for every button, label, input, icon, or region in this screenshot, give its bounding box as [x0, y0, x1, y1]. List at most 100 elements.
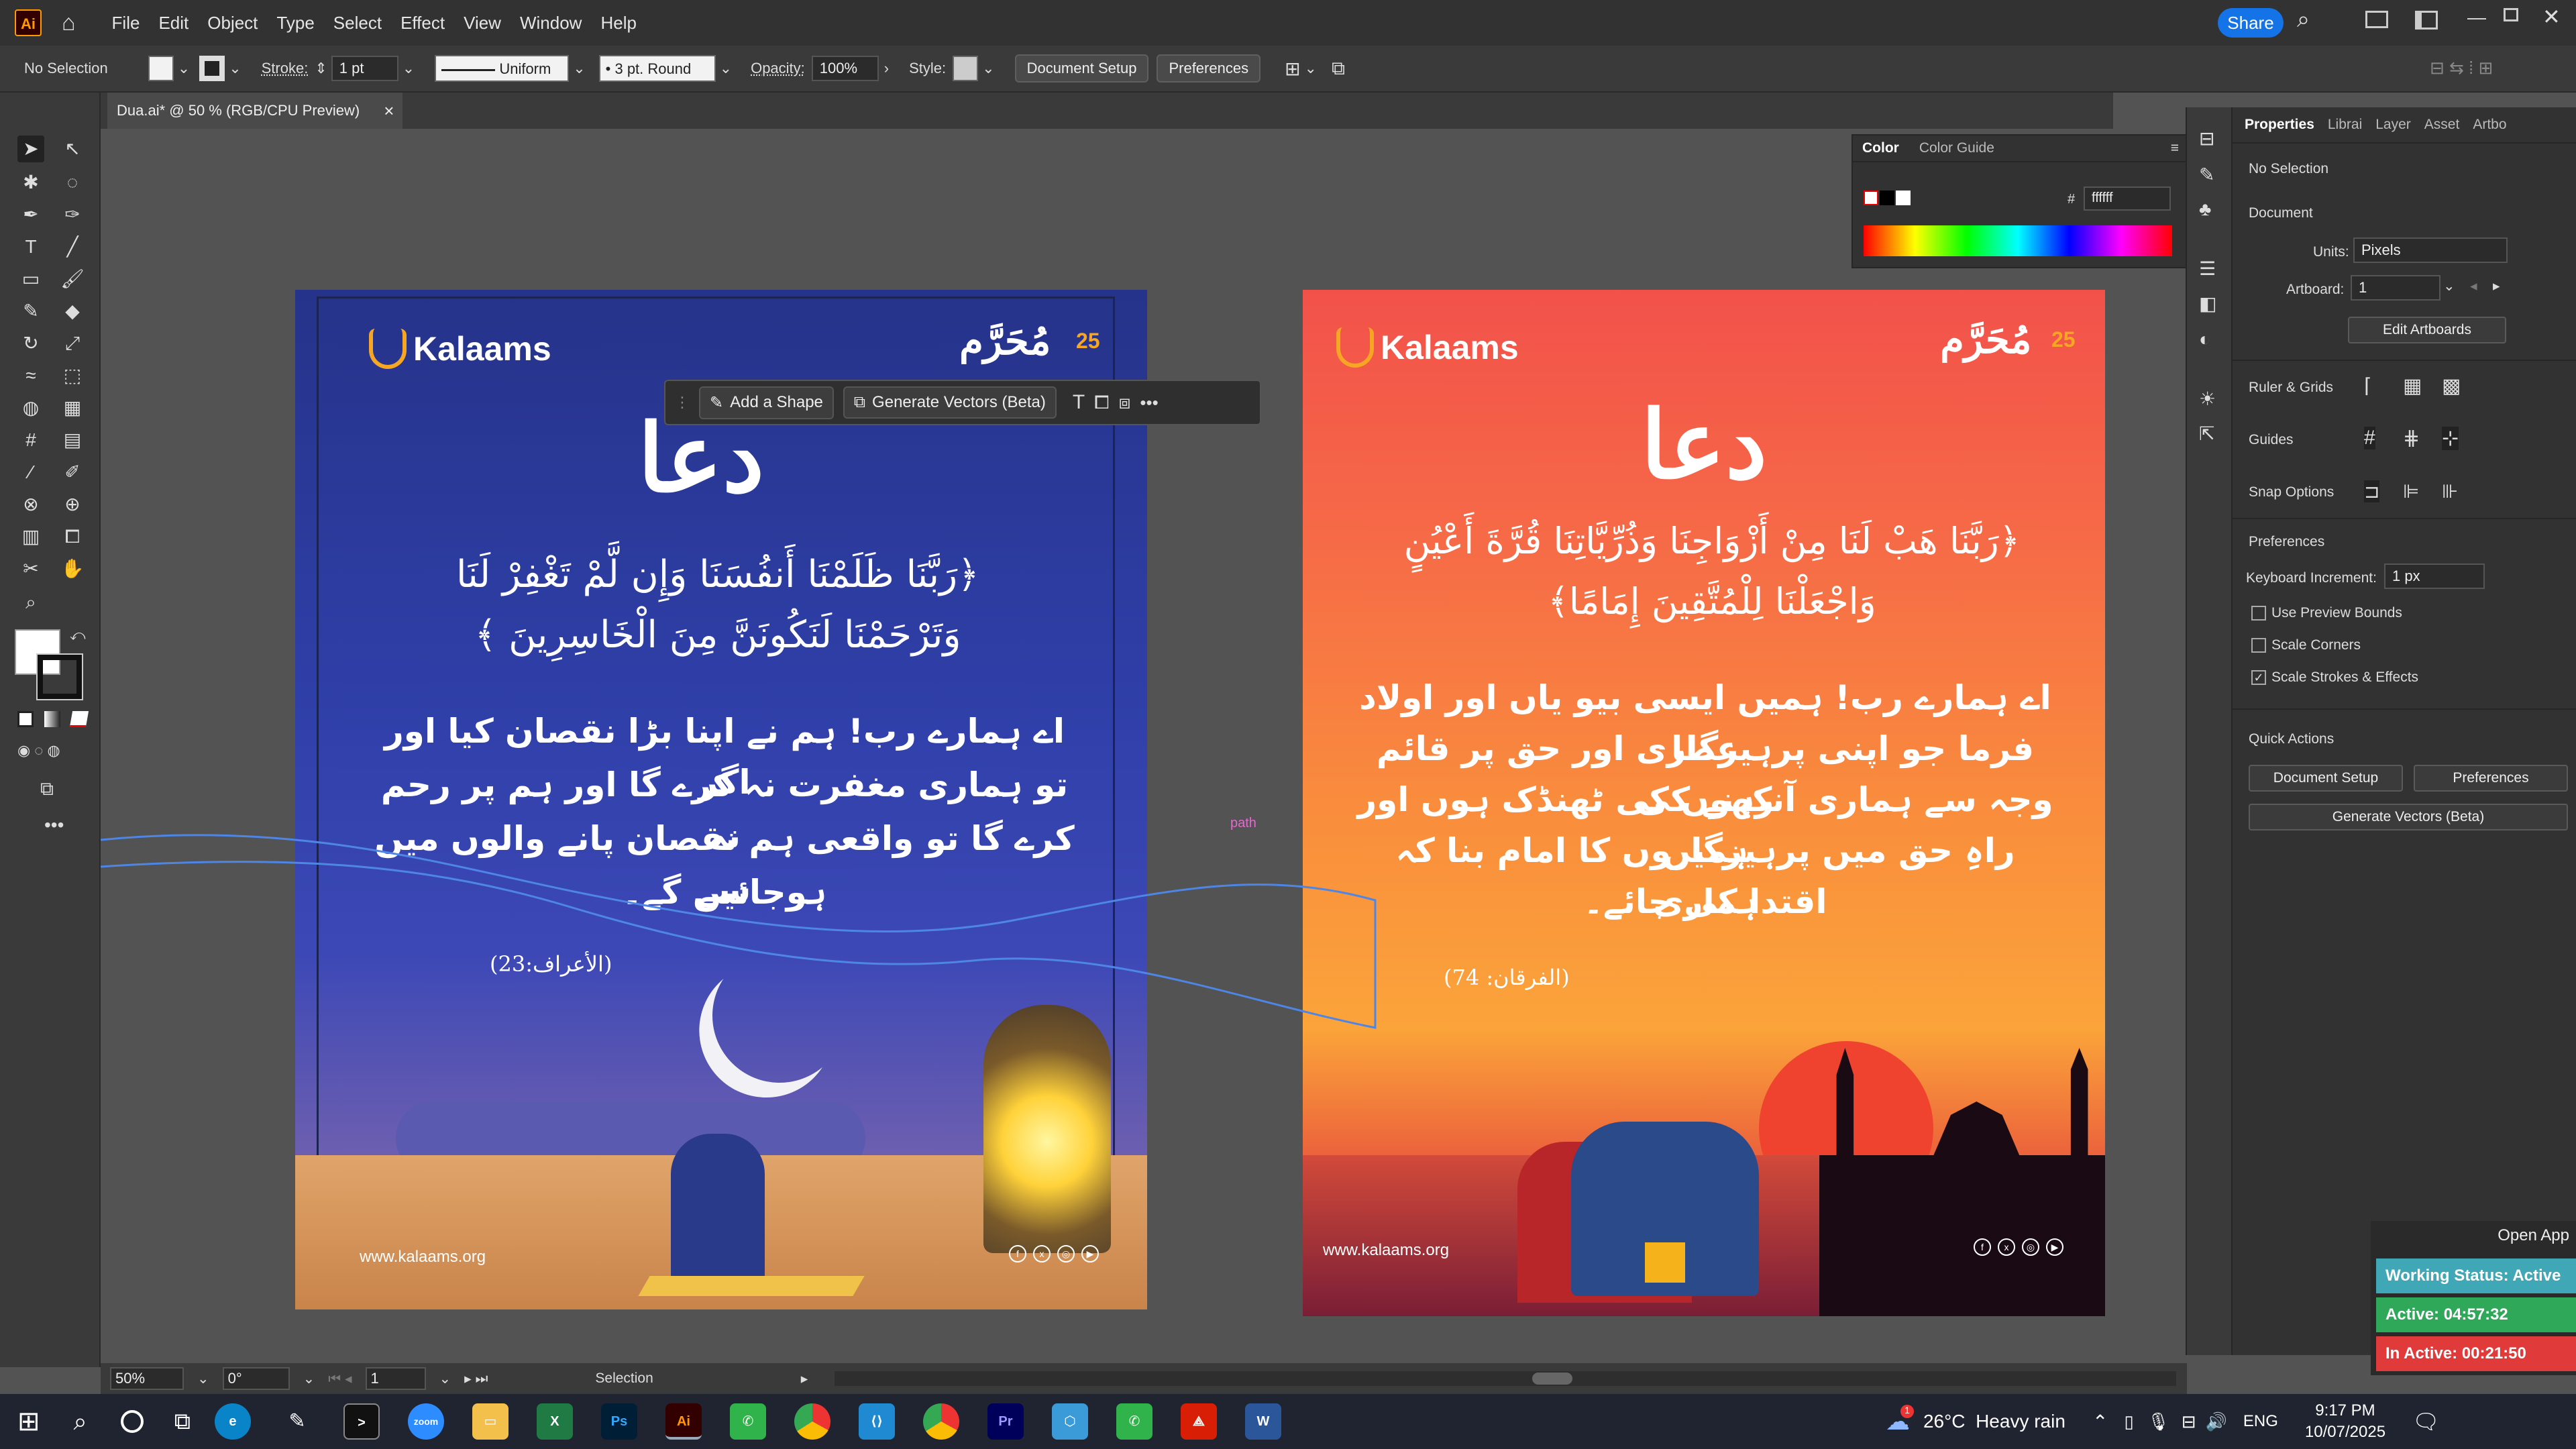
search-icon[interactable]: ⌕	[2297, 7, 2310, 33]
paintbrush-icon[interactable]: 🖌	[59, 266, 86, 292]
lock-guides-icon[interactable]: ⋕	[2403, 427, 2420, 450]
measure-icon[interactable]: ✐	[59, 459, 86, 486]
libraries-icon[interactable]: ⊟	[2199, 127, 2214, 150]
close-tab-icon[interactable]: ×	[384, 101, 394, 121]
artboard-nav-input[interactable]: 1	[365, 1367, 426, 1390]
align-icon[interactable]: ⊞	[1285, 58, 1300, 80]
network-icon[interactable]: ⊟	[2182, 1411, 2196, 1432]
lasso-icon[interactable]: ◌	[59, 169, 86, 196]
zoom-app-icon[interactable]: zoom	[407, 1403, 444, 1440]
drag-handle-icon[interactable]: ⋮	[675, 394, 690, 411]
grid-icon[interactable]: ▦	[2403, 374, 2422, 398]
symbols-icon[interactable]: ♣	[2199, 199, 2211, 220]
hex-input[interactable]: ffffff	[2084, 186, 2171, 211]
stroke-swatch[interactable]	[199, 56, 225, 81]
snap-to-glyph-icon[interactable]: ⊫	[2403, 480, 2419, 502]
status-menu-icon[interactable]: ▸	[801, 1371, 808, 1387]
pen-icon[interactable]: ✎	[279, 1403, 315, 1440]
home-icon[interactable]: ⌂	[62, 10, 76, 36]
canvas[interactable]: Kalaams مُحَرَّم 25 دعا ﴿رَبَّنَا ظَلَمْ…	[101, 129, 2133, 1363]
menu-effect[interactable]: Effect	[391, 13, 454, 34]
chevron-down-icon[interactable]: ⌄	[402, 60, 415, 77]
menu-file[interactable]: File	[103, 13, 150, 34]
share-button[interactable]: Share	[2218, 8, 2284, 38]
magic-wand-icon[interactable]: ✱	[17, 169, 44, 196]
menu-view[interactable]: View	[454, 13, 511, 34]
menu-object[interactable]: Object	[198, 13, 267, 34]
symbol-sprayer-icon[interactable]: ⊕	[59, 491, 86, 518]
chrome-icon[interactable]	[794, 1403, 830, 1440]
maximize-icon[interactable]	[2504, 8, 2518, 21]
smart-guides-icon[interactable]: ⊹	[2442, 427, 2459, 450]
chevron-down-icon[interactable]: ⌄	[720, 60, 732, 77]
hand-tool-icon[interactable]: ✋	[59, 555, 86, 582]
curvature-tool-icon[interactable]: ✑	[59, 201, 86, 228]
transparency-icon[interactable]: ☀	[2199, 388, 2216, 410]
guides-icon[interactable]: #	[2364, 427, 2375, 449]
color-mode-icon[interactable]	[17, 711, 34, 727]
rotate-tool-icon[interactable]: ↻	[17, 330, 44, 357]
show-hidden-icons[interactable]: ⌃	[2092, 1411, 2108, 1433]
chevron-down-icon[interactable]: ⌄	[1305, 60, 1317, 77]
chevron-right-icon[interactable]: ›	[884, 60, 889, 77]
perspective-grid-icon[interactable]: ▦	[59, 394, 86, 421]
quick-document-setup-button[interactable]: Document Setup	[2249, 765, 2403, 792]
scroll-thumb[interactable]	[1532, 1373, 1573, 1385]
workspace-icon[interactable]	[2415, 11, 2438, 30]
app-hex-icon[interactable]: ⬡	[1051, 1403, 1088, 1440]
appearance-icon[interactable]: ◐	[2199, 329, 2210, 350]
white-swatch[interactable]	[1896, 191, 1911, 205]
stroke-color-swatch[interactable]	[36, 653, 83, 700]
zoom-level-input[interactable]: 50%	[110, 1367, 184, 1390]
word-icon[interactable]: W	[1244, 1403, 1281, 1440]
cortana-icon[interactable]	[120, 1410, 144, 1433]
more-options-icon[interactable]: •••	[1140, 392, 1158, 413]
edit-artboards-button[interactable]: Edit Artboards	[2348, 317, 2506, 343]
none-mode-icon[interactable]	[69, 711, 89, 727]
acrobat-icon[interactable]: ⟁	[1180, 1403, 1217, 1440]
tab-libraries[interactable]: Librai	[2321, 117, 2369, 133]
document-setup-button[interactable]: Document Setup	[1014, 54, 1149, 83]
opacity-label[interactable]: Opacity:	[751, 60, 805, 77]
shape-builder-icon[interactable]: ◍	[17, 394, 44, 421]
task-view-icon[interactable]: ⧉	[174, 1409, 191, 1435]
eraser-icon[interactable]: ◆	[59, 298, 86, 325]
panel-menu-icon[interactable]: ≡	[2171, 140, 2179, 156]
microphone-icon[interactable]: 🎙	[2147, 1411, 2169, 1432]
transform-icon[interactable]: ⧉	[1332, 58, 1345, 80]
tab-color-guide[interactable]: Color Guide	[1919, 140, 1994, 156]
selection-tool-icon[interactable]: ➤	[17, 136, 44, 162]
type-tool-icon[interactable]: T	[17, 233, 44, 260]
rectangle-tool-icon[interactable]: ▭	[17, 266, 44, 292]
menu-type[interactable]: Type	[267, 13, 323, 34]
tab-asset-export[interactable]: Asset	[2418, 117, 2467, 133]
vscode-icon[interactable]: ⟨⟩	[858, 1403, 895, 1440]
arrange-panel-icon[interactable]: ⊟ ⇆ ⁞ ⊞	[2430, 58, 2493, 78]
blend-tool-icon[interactable]: ⊗	[17, 491, 44, 518]
edge-icon[interactable]: e	[214, 1403, 251, 1440]
chevron-down-icon[interactable]: ⌄	[197, 1371, 209, 1387]
start-icon[interactable]: ⊞	[17, 1406, 40, 1437]
first-artboard-icon[interactable]: ⏮ ◂	[328, 1371, 352, 1387]
variable-width-profile[interactable]: Uniform	[435, 55, 570, 82]
tab-properties[interactable]: Properties	[2238, 117, 2321, 133]
warp-tool-icon[interactable]: ≈	[17, 362, 44, 389]
artboard-icon[interactable]: ⧠	[1094, 392, 1109, 414]
menu-help[interactable]: Help	[591, 13, 645, 34]
scale-tool-icon[interactable]: ⤢	[59, 330, 86, 357]
chevron-down-icon[interactable]: ⌄	[229, 60, 241, 77]
export-icon[interactable]: ⇱	[2199, 423, 2214, 445]
close-window-icon[interactable]: ✕	[2542, 4, 2561, 30]
excel-icon[interactable]: X	[536, 1403, 573, 1440]
stroke-label[interactable]: Stroke:	[262, 60, 309, 77]
preferences-button[interactable]: Preferences	[1157, 54, 1261, 83]
phone-app-icon[interactable]: ✆	[729, 1403, 766, 1440]
scale-strokes-checkbox[interactable]: ✓ Scale Strokes & Effects	[2251, 669, 2418, 686]
stroke-weight-input[interactable]: 1 pt	[331, 56, 398, 81]
pen-tool-icon[interactable]: ✒	[17, 201, 44, 228]
line-tool-icon[interactable]: ╱	[59, 233, 86, 260]
chevron-down-icon[interactable]: ⌄	[2443, 278, 2455, 294]
premiere-icon[interactable]: Pr	[987, 1403, 1024, 1440]
file-explorer-icon[interactable]: ▭	[472, 1403, 508, 1440]
image-trace-icon[interactable]: ⧈	[1119, 392, 1131, 414]
